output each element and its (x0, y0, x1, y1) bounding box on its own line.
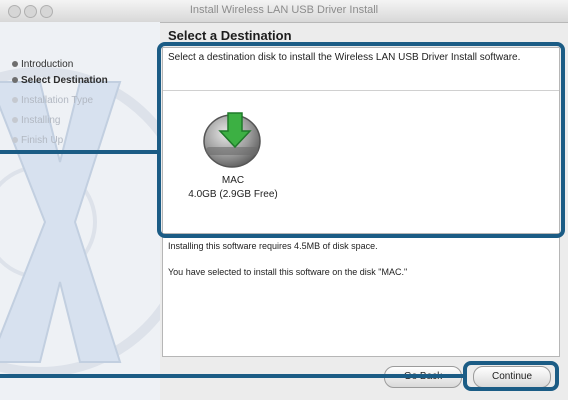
step-bullet-icon (12, 77, 18, 84)
step-bullet-icon (12, 137, 18, 144)
step-bullet-icon (12, 61, 18, 68)
installer-window: Install Wireless LAN USB Driver Install … (0, 0, 568, 400)
step-label: Finish Up (21, 135, 64, 146)
destination-callout-highlight (157, 42, 565, 238)
step-bullet-icon (12, 97, 18, 104)
step-bullet-icon (12, 117, 18, 124)
step-label: Select Destination (21, 75, 108, 86)
selection-text: You have selected to install this softwa… (168, 267, 408, 277)
step-label: Installation Type (21, 95, 94, 106)
destination-callout-line (0, 150, 159, 154)
continue-callout-highlight (463, 361, 559, 391)
info-panel: Installing this software requires 4.5MB … (162, 233, 560, 357)
step-label: Installing (21, 115, 61, 126)
step-label: Introduction (21, 59, 74, 70)
space-requirement-text: Installing this software requires 4.5MB … (168, 241, 378, 251)
window-title: Install Wireless LAN USB Driver Install (189, 4, 379, 16)
steps-sidebar: Introduction Select Destination Installa… (0, 22, 160, 400)
continue-callout-line (0, 374, 465, 378)
sidebar-step-installing: Installing (12, 115, 60, 126)
sidebar-step-introduction: Introduction (12, 59, 73, 70)
sidebar-step-select-destination: Select Destination (12, 75, 108, 86)
page-title: Select a Destination (168, 28, 292, 43)
sidebar-step-installation-type: Installation Type (12, 95, 93, 106)
sidebar-step-finish-up: Finish Up (12, 135, 63, 146)
title-bar: Install Wireless LAN USB Driver Install (0, 0, 568, 23)
